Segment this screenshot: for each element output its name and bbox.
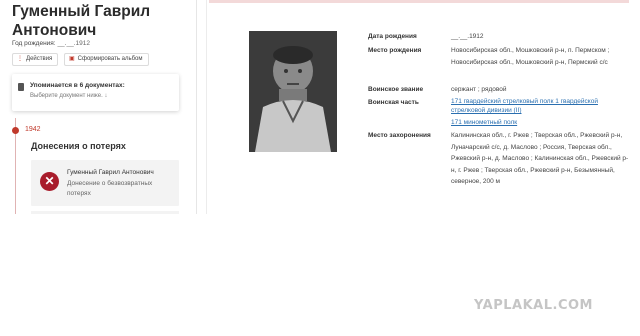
mentions-card[interactable]: Упоминается в 6 документах: Выберите док…	[12, 74, 179, 111]
birth-place-label: Место рождения	[368, 47, 422, 54]
close-icon: ✕	[40, 172, 59, 191]
section-title: Донесения о потерях	[31, 141, 126, 151]
actions-button-label: Действия	[26, 56, 53, 62]
watermark: YAPLAKAL.COM	[474, 298, 593, 313]
blank-area	[0, 214, 640, 336]
record-type: Донесение о безвозвратных потерях	[67, 180, 153, 197]
mentions-subtitle: Выберите документ ниже. ↓	[30, 93, 108, 99]
birth-year-line: Год рождения: __.__.1912	[12, 40, 90, 47]
birth-date-value: __.__.1912	[451, 33, 484, 40]
dots-icon: ⋮	[17, 56, 23, 62]
birth-date-label: Дата рождения	[368, 33, 417, 40]
panel-top-accent	[209, 0, 629, 3]
mentions-title: Упоминается в 6 документах:	[30, 82, 125, 89]
timeline-dot	[12, 127, 19, 134]
birth-year-label: Год рождения:	[12, 40, 56, 47]
unit-link-2[interactable]: 171 минометный полк	[451, 117, 629, 129]
person-name: Гуменный Гаврил Антонович	[12, 3, 151, 39]
actions-button[interactable]: ⋮ Действия	[12, 53, 59, 66]
record-person-name: Гуменный Гаврил Антонович	[67, 169, 154, 176]
unit-label: Воинская часть	[368, 99, 419, 106]
album-icon: ▣	[69, 56, 75, 62]
details-panel: Дата рождения __.__.1912 Место рождения …	[206, 0, 640, 214]
unit-link-1[interactable]: 171 гвардейский стрелковый полк 1 гварде…	[451, 97, 629, 115]
album-button[interactable]: ▣ Сформировать альбом	[64, 53, 149, 66]
birth-year-value: __.__.1912	[57, 40, 90, 47]
rank-label: Воинское звание	[368, 86, 424, 93]
left-panel: Гуменный Гаврил Антонович Год рождения: …	[0, 0, 197, 214]
document-icon	[18, 83, 24, 91]
loss-report-card[interactable]: ✕ Гуменный Гаврил Антонович Донесение о …	[31, 160, 179, 206]
burial-place-label: Место захоронения	[368, 132, 431, 139]
rank-value: сержант ; рядовой	[451, 86, 507, 93]
portrait-photo	[249, 31, 337, 152]
timeline-year: 1942	[25, 126, 41, 133]
birth-place-value: Новосибирская обл., Мошковский р-н, п. П…	[451, 47, 610, 66]
burial-place-value: Калининская обл., г. Ржев ; Тверская обл…	[451, 132, 629, 185]
album-button-label: Сформировать альбом	[77, 56, 143, 62]
